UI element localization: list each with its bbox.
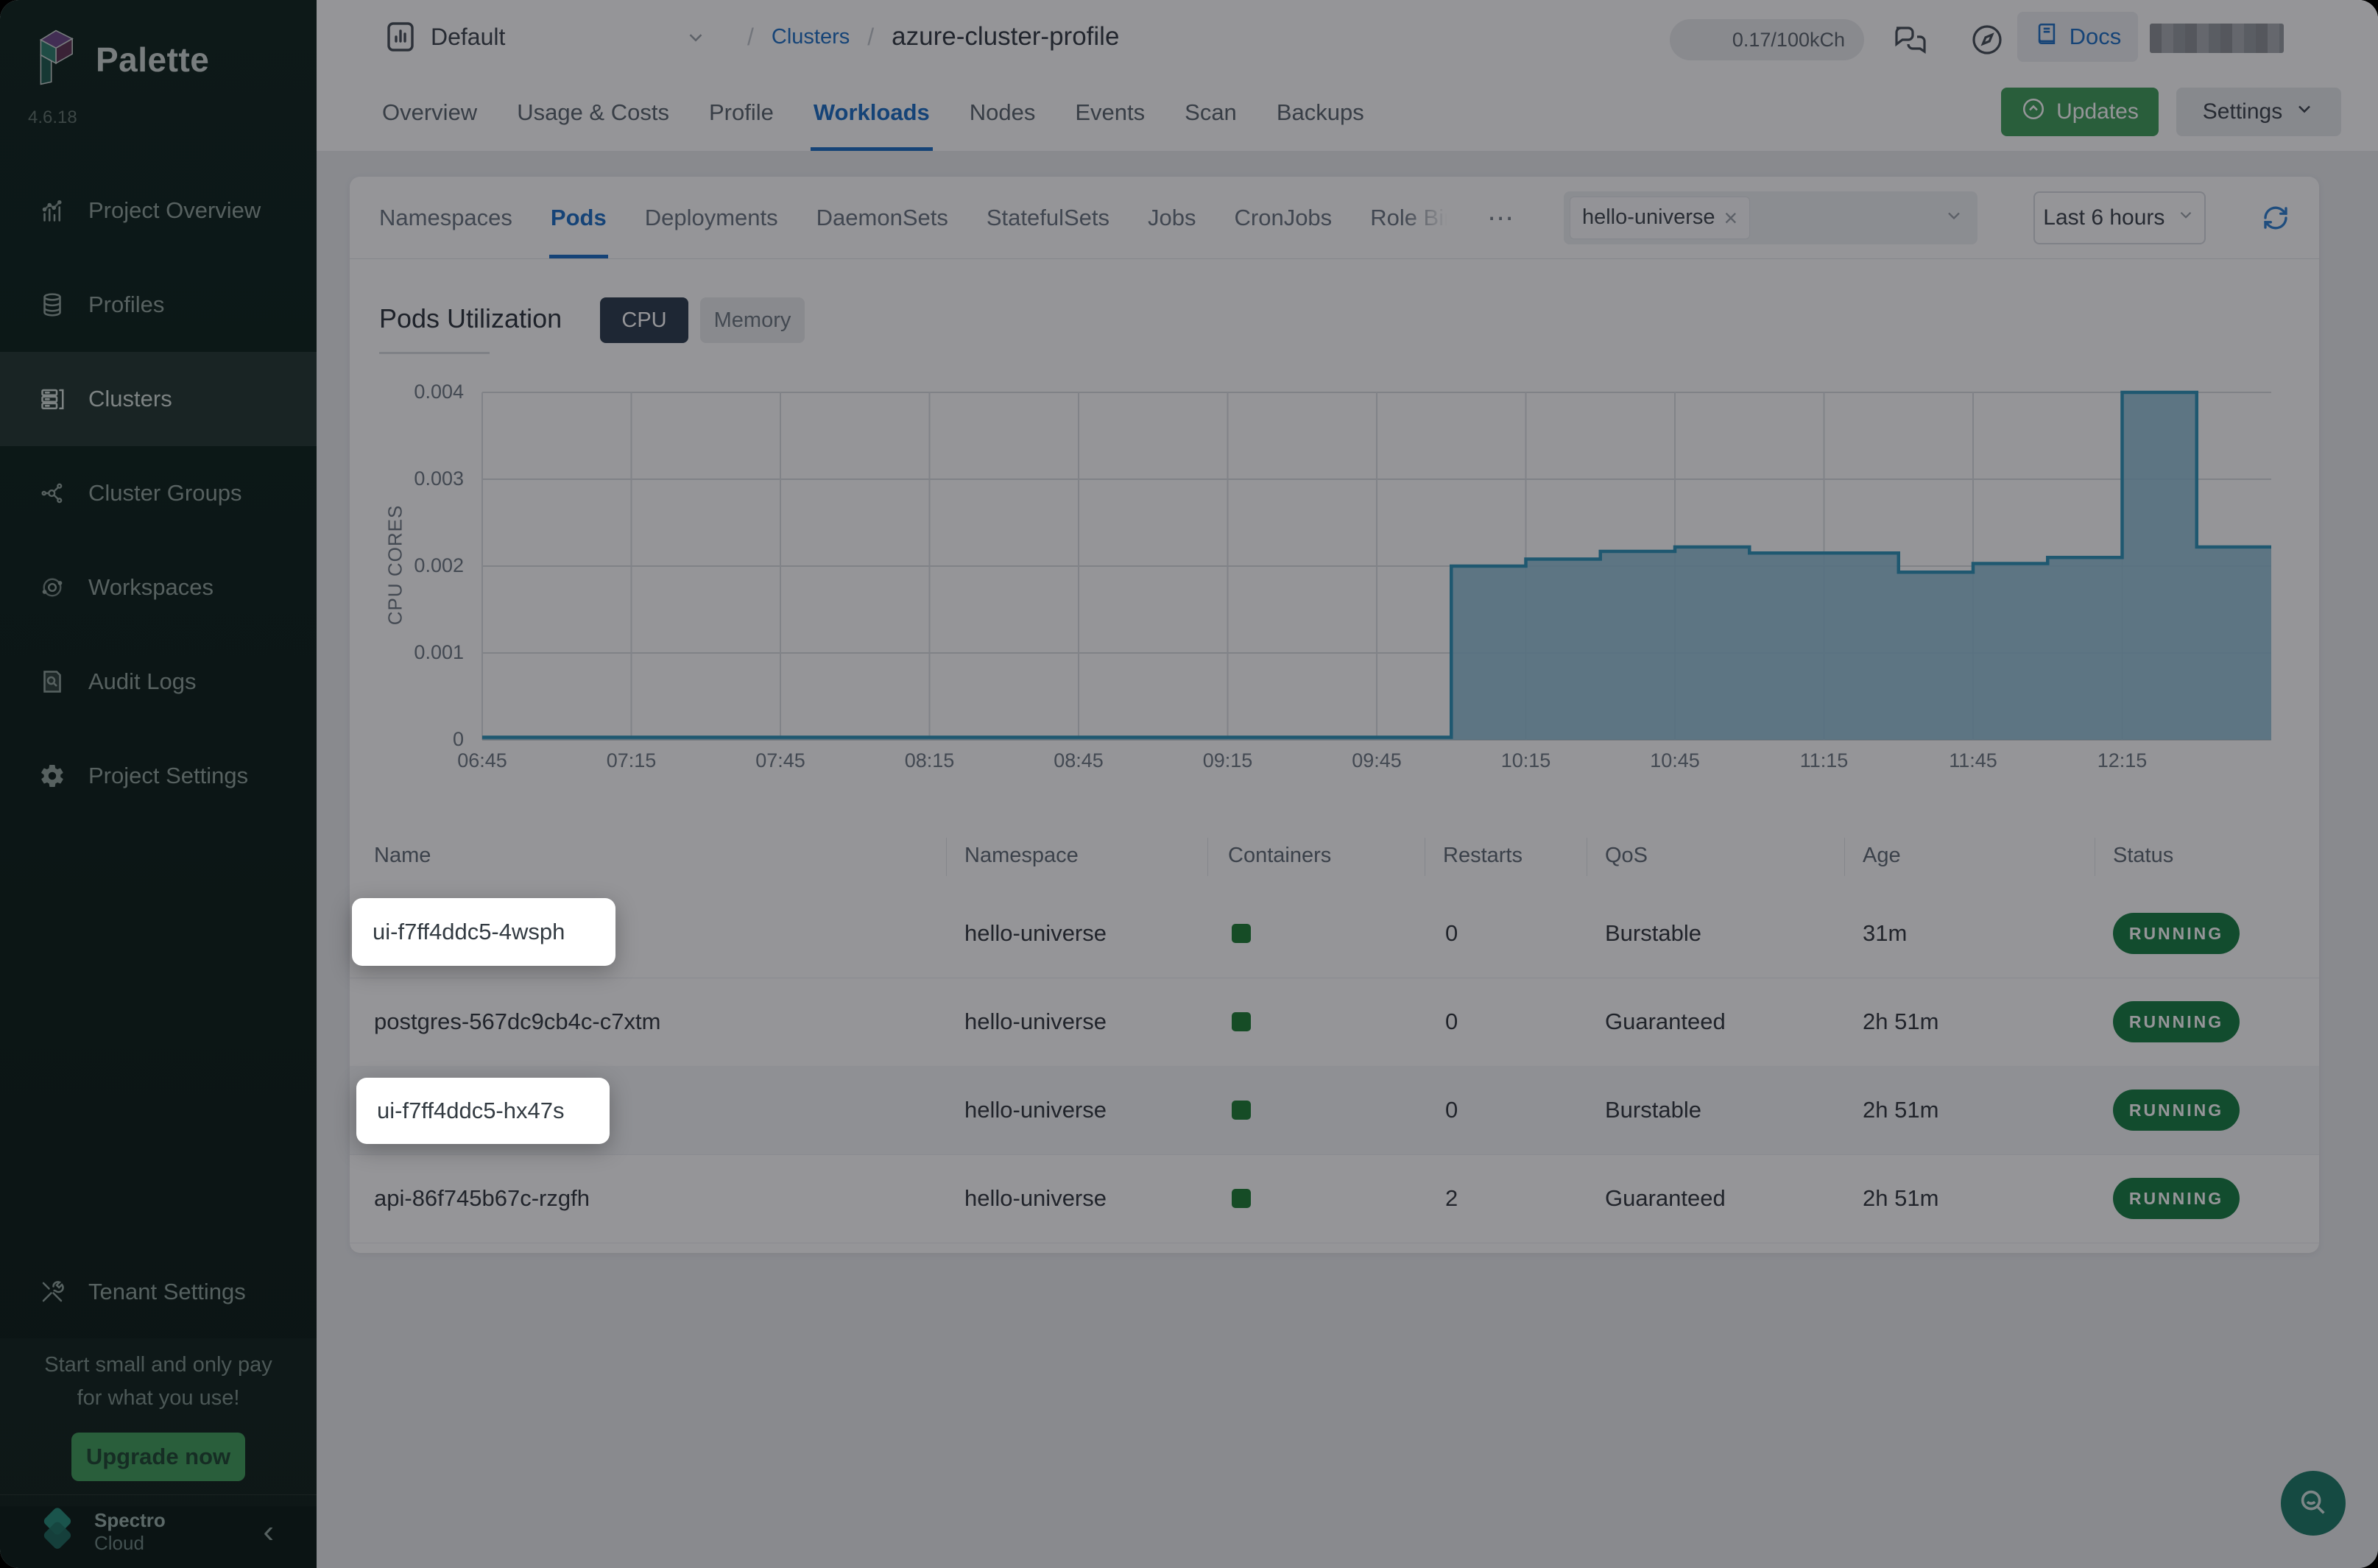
spotlight-pod-name-2: ui-f7ff4ddc5-hx47s: [356, 1078, 610, 1144]
screenshot-root: Palette 4.6.18 Project OverviewProfilesC…: [0, 0, 2378, 1568]
spotlight-pod-name-1: ui-f7ff4ddc5-4wsph: [352, 898, 615, 966]
palette-app: Palette 4.6.18 Project OverviewProfilesC…: [0, 0, 2378, 1568]
tour-dim-overlay: [0, 0, 2378, 1568]
